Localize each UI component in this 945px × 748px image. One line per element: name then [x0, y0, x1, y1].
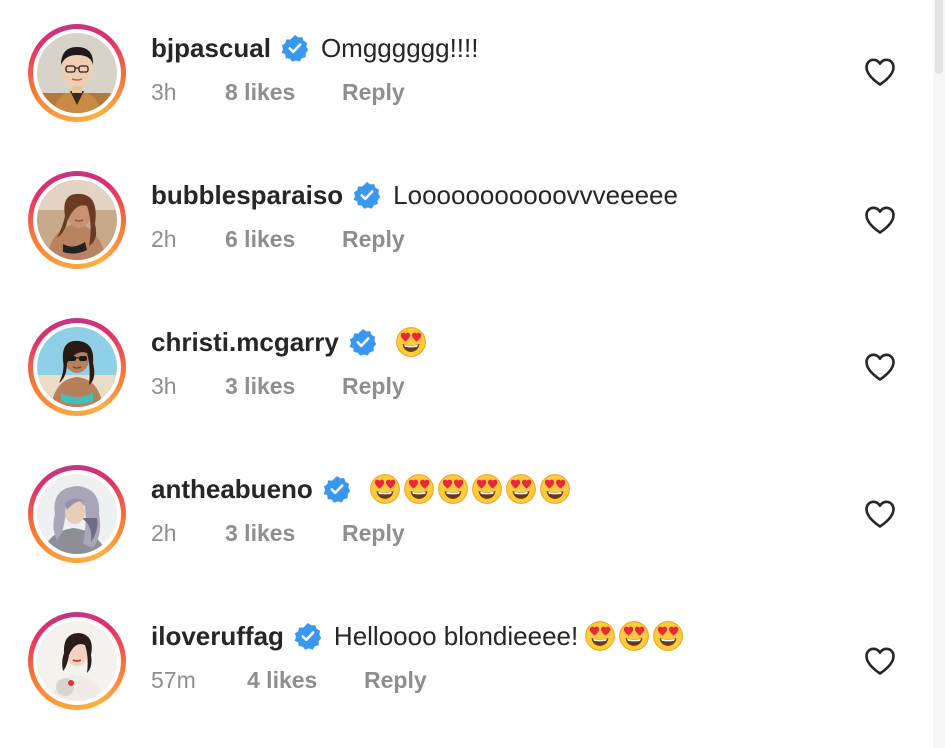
- verified-badge-icon: [294, 622, 322, 650]
- verified-badge-icon: [281, 34, 309, 62]
- comment-likes[interactable]: 3 likes: [225, 520, 342, 547]
- comment-likes[interactable]: 3 likes: [225, 373, 342, 400]
- comment-item: bjpascual Omgggggg!!!! 3h 8 likes Reply: [0, 0, 920, 147]
- comment-likes[interactable]: 6 likes: [225, 226, 342, 253]
- comment-emoji-group: [395, 326, 429, 358]
- heart-outline-icon[interactable]: [864, 352, 896, 382]
- avatar-gap: [33, 29, 121, 117]
- comment-likes[interactable]: 4 likes: [247, 667, 364, 694]
- heart-outline-icon[interactable]: [864, 499, 896, 529]
- avatar-woman-beach-image: [37, 180, 117, 260]
- heart-eyes-emoji-icon: [652, 620, 684, 652]
- heart-eyes-emoji-icon: [618, 620, 650, 652]
- comment-meta: 2h 6 likes Reply: [151, 221, 405, 257]
- verified-badge-icon: [349, 328, 377, 356]
- reply-button[interactable]: Reply: [342, 226, 405, 253]
- comment-item: antheabueno 2h 3 likes Reply: [0, 441, 920, 588]
- avatar-woman-red-flower-image: [37, 621, 117, 701]
- avatar[interactable]: [37, 180, 117, 260]
- comment-time[interactable]: 3h: [151, 79, 225, 106]
- heart-eyes-emoji-icon: [584, 620, 616, 652]
- comment-time[interactable]: 57m: [151, 667, 247, 694]
- comment-body: christi.mcgarry: [151, 322, 429, 362]
- comment-body: bubblesparaiso Looooooooooovvveeeee: [151, 175, 678, 215]
- heart-eyes-emoji-icon: [505, 473, 537, 505]
- comment-text: Omgggggg!!!!: [320, 32, 479, 63]
- reply-button[interactable]: Reply: [364, 667, 427, 694]
- comment-text: Helloooo blondieeee!: [333, 620, 579, 651]
- reply-button[interactable]: Reply: [342, 79, 405, 106]
- avatar-story-ring[interactable]: [28, 465, 126, 563]
- verified-badge-icon: [323, 475, 351, 503]
- comment-meta: 2h 3 likes Reply: [151, 515, 405, 551]
- reply-button[interactable]: Reply: [342, 373, 405, 400]
- heart-eyes-emoji-icon: [403, 473, 435, 505]
- username-link[interactable]: christi.mcgarry: [151, 327, 339, 358]
- avatar-man-glasses-image: [37, 33, 117, 113]
- avatar[interactable]: [37, 33, 117, 113]
- heart-eyes-emoji-icon: [539, 473, 571, 505]
- comment-body: iloveruffag Helloooo blondieeee!: [151, 616, 686, 656]
- avatar-gap: [33, 323, 121, 411]
- avatar-gap: [33, 470, 121, 558]
- comment-item: bubblesparaiso Looooooooooovvveeeee 2h 6…: [0, 147, 920, 294]
- username-link[interactable]: bjpascual: [151, 33, 271, 64]
- username-link[interactable]: iloveruffag: [151, 621, 284, 652]
- comment-item: christi.mcgarry 3h 3 likes Reply: [0, 294, 920, 441]
- verified-badge-icon: [353, 181, 381, 209]
- username-link[interactable]: antheabueno: [151, 474, 313, 505]
- avatar-story-ring[interactable]: [28, 24, 126, 122]
- comment-body: antheabueno: [151, 469, 573, 509]
- scrollbar-thumb[interactable]: [935, 0, 943, 74]
- avatar-story-ring[interactable]: [28, 318, 126, 416]
- avatar-woman-beach-sunglasses-image: [37, 327, 117, 407]
- comment-text: Looooooooooovvveeeee: [393, 179, 678, 210]
- avatar-story-ring[interactable]: [28, 171, 126, 269]
- heart-eyes-emoji-icon: [395, 326, 427, 358]
- avatar-gap: [33, 176, 121, 264]
- comment-emoji-group: [369, 473, 573, 505]
- avatar-woman-grey-hair-image: [37, 474, 117, 554]
- comment-time[interactable]: 2h: [151, 226, 225, 253]
- comment-emoji-group: [584, 620, 686, 652]
- heart-outline-icon[interactable]: [864, 205, 896, 235]
- heart-outline-icon[interactable]: [864, 646, 896, 676]
- heart-outline-icon[interactable]: [864, 57, 896, 87]
- heart-eyes-emoji-icon: [437, 473, 469, 505]
- reply-button[interactable]: Reply: [342, 520, 405, 547]
- scrollbar-track[interactable]: [933, 0, 945, 748]
- comment-body: bjpascual Omgggggg!!!!: [151, 28, 478, 68]
- comment-meta: 3h 3 likes Reply: [151, 368, 405, 404]
- comment-time[interactable]: 2h: [151, 520, 225, 547]
- avatar-story-ring[interactable]: [28, 612, 126, 710]
- avatar-gap: [33, 617, 121, 705]
- comment-likes[interactable]: 8 likes: [225, 79, 342, 106]
- heart-eyes-emoji-icon: [369, 473, 401, 505]
- avatar[interactable]: [37, 474, 117, 554]
- username-link[interactable]: bubblesparaiso: [151, 180, 343, 211]
- comment-time[interactable]: 3h: [151, 373, 225, 400]
- comment-item: iloveruffag Helloooo blondieeee! 57m 4 l…: [0, 588, 920, 735]
- avatar[interactable]: [37, 621, 117, 701]
- comment-meta: 3h 8 likes Reply: [151, 74, 405, 110]
- comment-meta: 57m 4 likes Reply: [151, 662, 427, 698]
- heart-eyes-emoji-icon: [471, 473, 503, 505]
- avatar[interactable]: [37, 327, 117, 407]
